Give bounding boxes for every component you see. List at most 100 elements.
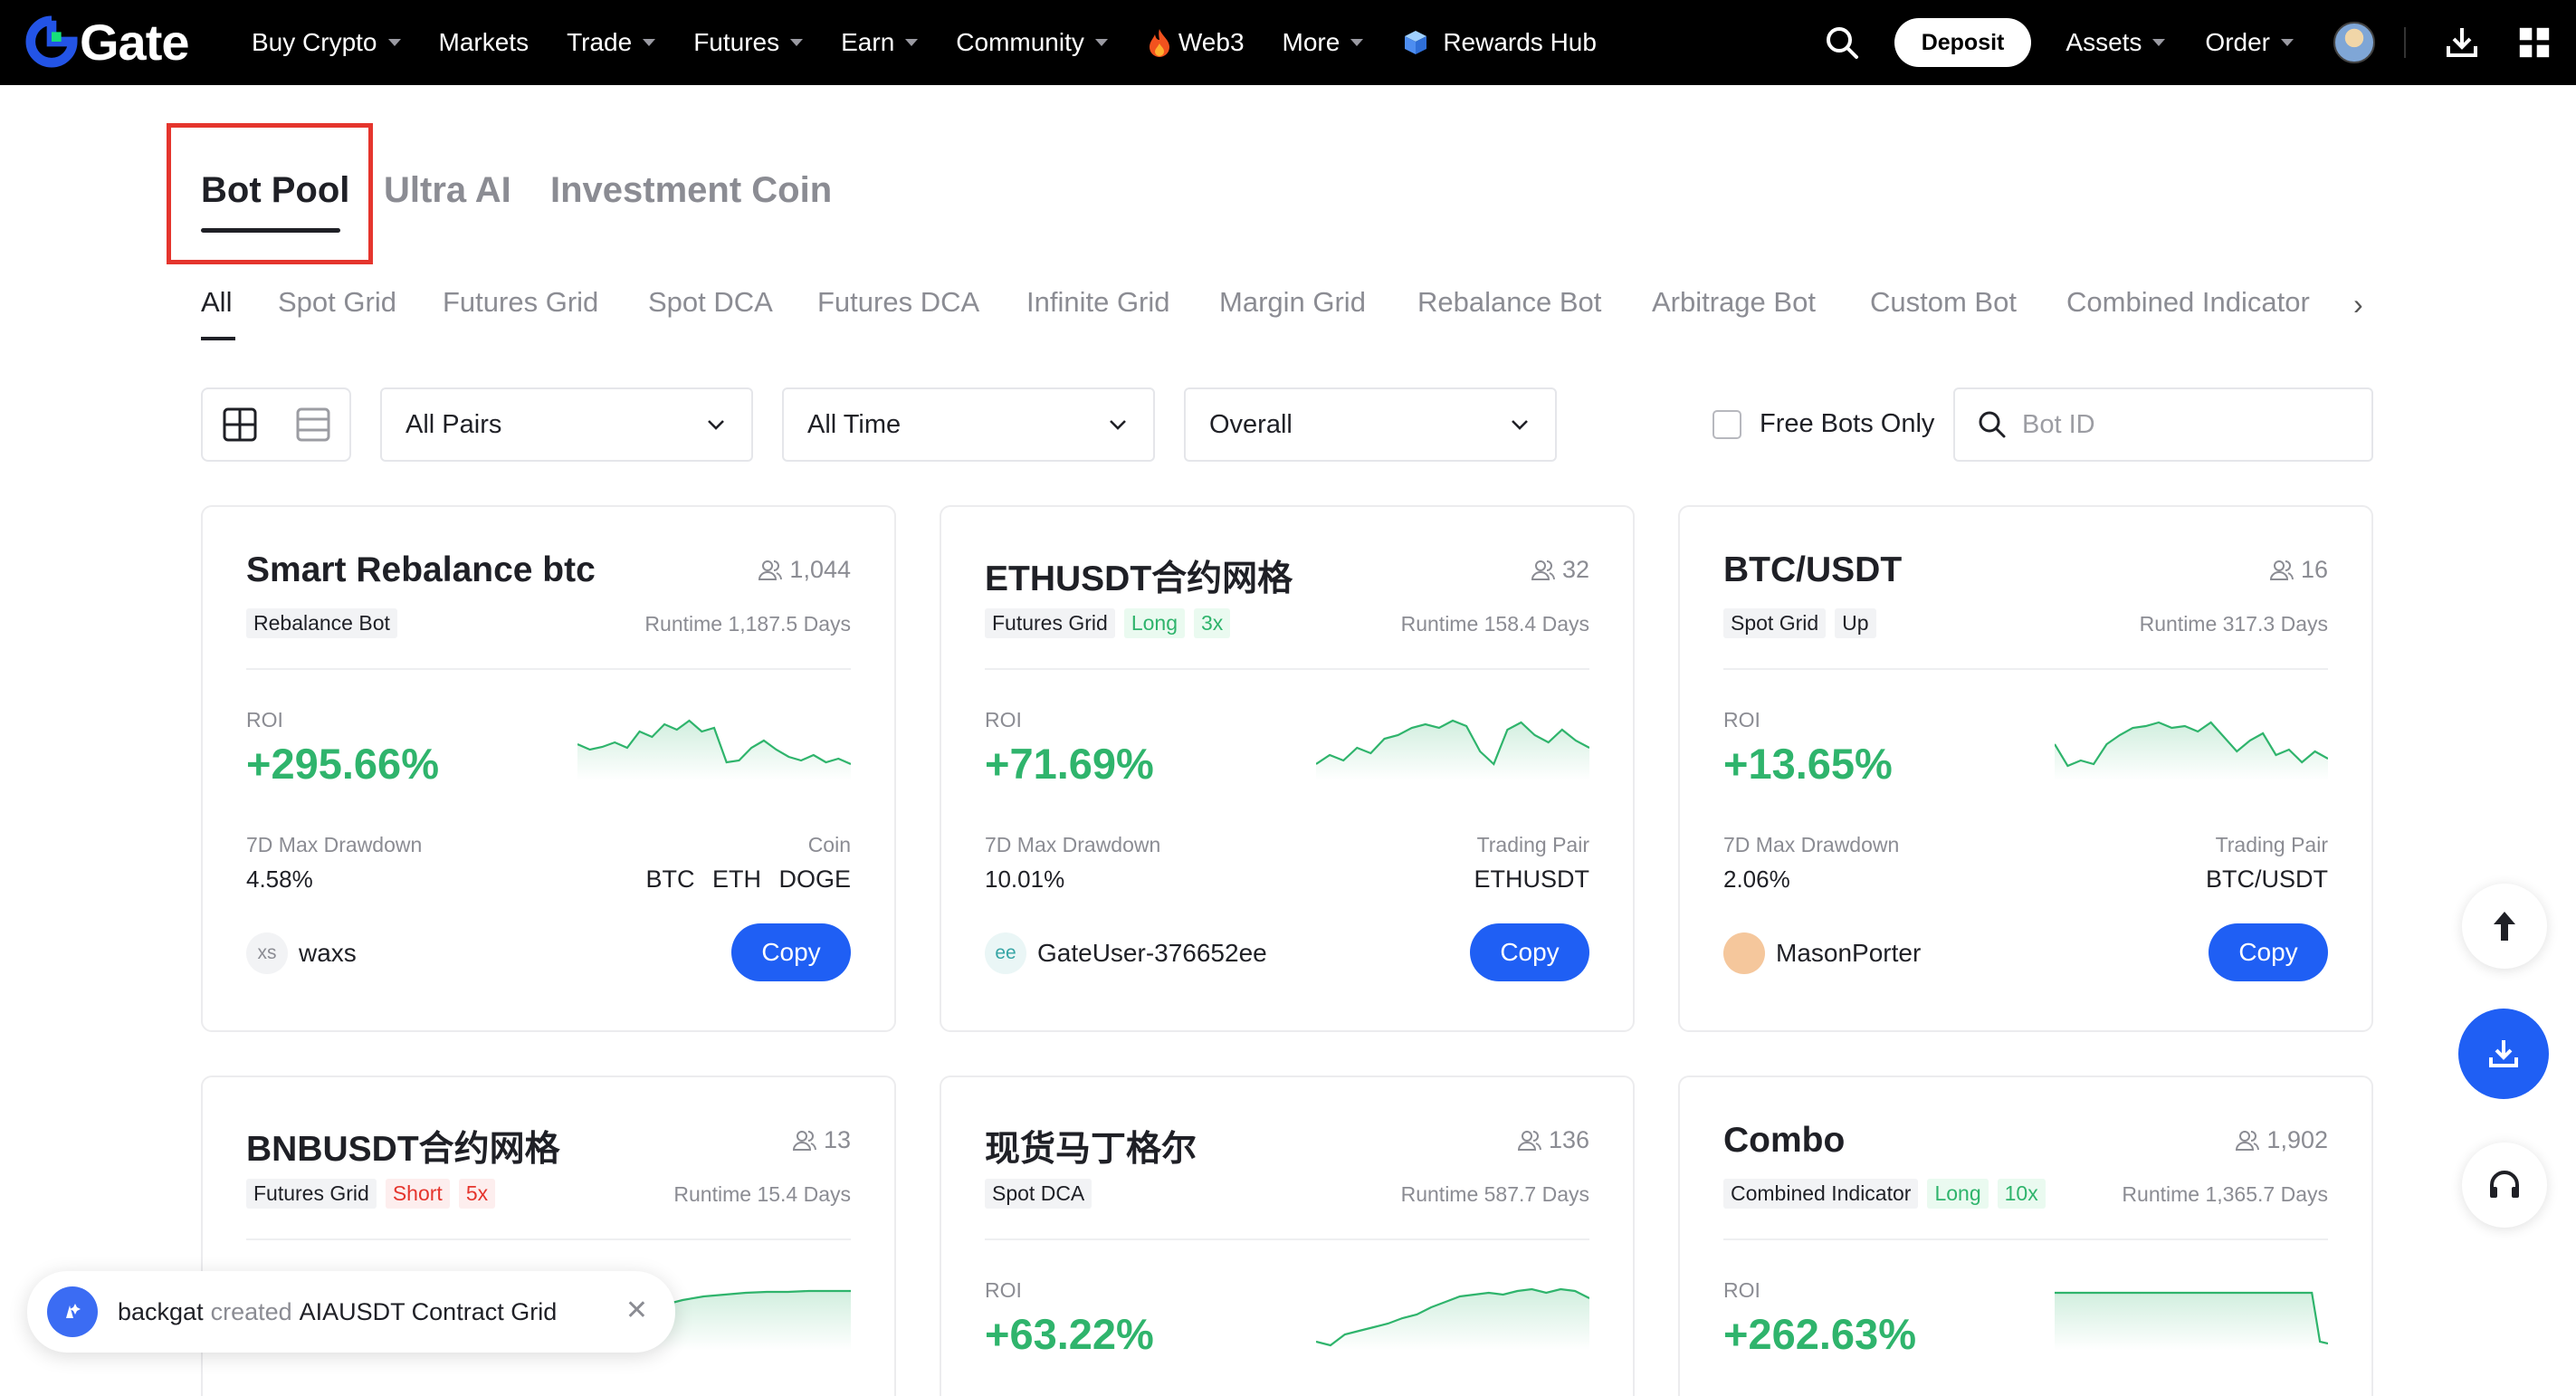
pairs-dropdown[interactable]: All Pairs (380, 387, 753, 462)
card-divider (1723, 668, 2328, 670)
roi-sparkline (577, 719, 851, 780)
subtab-combined-indicator[interactable]: Combined Indicator (2066, 286, 2323, 319)
bot-tag: Up (1835, 608, 1876, 638)
creator-avatar: xs (246, 932, 288, 974)
subtab-futures-grid[interactable]: Futures Grid (443, 286, 598, 319)
bot-tag: Spot Grid (1723, 608, 1827, 638)
gate-logo[interactable]: Gate (25, 13, 189, 71)
nav-community[interactable]: Community (956, 28, 1108, 57)
nav-menu: Buy Crypto Markets Trade Futures Earn Co… (252, 0, 1635, 85)
nav-right: Deposit Assets Order (1824, 0, 2576, 85)
bot-tags: Rebalance Bot (246, 608, 406, 638)
subtab-all-underline (201, 337, 235, 340)
copy-button[interactable]: Copy (2209, 923, 2328, 981)
list-view-icon[interactable] (295, 406, 331, 443)
logo-text: Gate (80, 13, 189, 71)
creator-name: GateUser-376652ee (1037, 939, 1267, 967)
subtab-spot-grid[interactable]: Spot Grid (278, 286, 396, 319)
bot-tag: 10x (1997, 1179, 2046, 1209)
creator-name: waxs (299, 939, 357, 967)
nav-buy-crypto[interactable]: Buy Crypto (252, 28, 401, 57)
nav-futures[interactable]: Futures (693, 28, 804, 57)
bot-card[interactable]: Combo 1,902 Combined Indicator Long 10x Runti… (1678, 1076, 2373, 1396)
download-icon[interactable] (2444, 24, 2480, 61)
tab-bot-pool-underline (201, 228, 340, 233)
tab-bot-pool[interactable]: Bot Pool (201, 170, 349, 211)
subtab-custom-bot[interactable]: Custom Bot (1870, 286, 2017, 319)
download-app-button[interactable] (2458, 1009, 2549, 1099)
nav-trade[interactable]: Trade (567, 28, 656, 57)
tab-ultra-ai[interactable]: Ultra AI (384, 170, 511, 211)
roi-value: +295.66% (246, 740, 439, 788)
chevron-down-icon (905, 39, 919, 46)
nav-more[interactable]: More (1283, 28, 1364, 57)
subtab-spot-dca[interactable]: Spot DCA (648, 286, 773, 319)
bot-creator[interactable]: MasonPorter (1723, 932, 1921, 974)
bot-card[interactable]: 现货马丁格尔 136 Spot DCA Runtime 587.7 Days ROI +6… (940, 1076, 1635, 1396)
subtab-all[interactable]: All (201, 286, 232, 319)
time-dropdown[interactable]: All Time (782, 387, 1155, 462)
runtime-text: Runtime 587.7 Days (1400, 1182, 1589, 1206)
subtab-infinite-grid[interactable]: Infinite Grid (1026, 286, 1170, 319)
subtab-futures-dca[interactable]: Futures DCA (817, 286, 979, 319)
follower-number: 1,902 (2266, 1126, 2328, 1153)
tab-investment-coin[interactable]: Investment Coin (550, 170, 832, 211)
pair-label: Trading Pair (1476, 833, 1589, 856)
grid-view-icon[interactable] (222, 406, 258, 443)
nav-web3[interactable]: Web3 (1146, 27, 1245, 58)
pair-label: Coin (807, 833, 851, 856)
roi-sparkline (1316, 1287, 1589, 1351)
follower-number: 136 (1548, 1126, 1589, 1153)
free-bots-checkbox[interactable] (1713, 409, 1741, 439)
close-icon[interactable]: ✕ (625, 1295, 648, 1326)
user-avatar[interactable] (2333, 22, 2375, 63)
drawdown-label: 7D Max Drawdown (1723, 833, 1900, 856)
support-button[interactable] (2462, 1143, 2547, 1228)
search-icon[interactable] (1824, 24, 1860, 61)
users-icon (792, 1130, 816, 1151)
sort-dropdown[interactable]: Overall (1184, 387, 1557, 462)
chevron-right-icon[interactable]: › (2353, 288, 2363, 321)
free-bots-only-toggle[interactable]: Free Bots Only (1713, 409, 1934, 439)
bot-creator[interactable]: ee GateUser-376652ee (985, 932, 1267, 974)
nav-rewards-hub[interactable]: Rewards Hub (1401, 28, 1597, 57)
copy-button[interactable]: Copy (731, 923, 851, 981)
bot-tag: Futures Grid (985, 608, 1115, 638)
subtab-arbitrage-bot[interactable]: Arbitrage Bot (1652, 286, 1816, 319)
chevron-down-icon (2152, 39, 2166, 46)
bot-tag: Futures Grid (246, 1179, 377, 1209)
chevron-down-icon (1094, 39, 1108, 46)
bot-card[interactable]: BTC/USDT 16 Spot Grid Up Runtime 317.3 Days R… (1678, 505, 2373, 1032)
toast-message: AIAUSDT Contract Grid (299, 1297, 558, 1325)
bot-title: ETHUSDT合约网格 (985, 559, 1293, 598)
bot-card[interactable]: Smart Rebalance btc 1,044 Rebalance Bot Run… (201, 505, 896, 1032)
arrow-up-icon (2494, 912, 2515, 941)
bot-id-input[interactable] (2022, 409, 2348, 440)
bot-creator[interactable]: xs waxs (246, 932, 357, 974)
roi-label: ROI (985, 1278, 1022, 1302)
apps-grid-icon[interactable] (2518, 26, 2551, 59)
deposit-button[interactable]: Deposit (1894, 18, 2032, 67)
bot-title: BTC/USDT (1723, 550, 1903, 589)
bot-tag: Spot DCA (985, 1179, 1092, 1209)
nav-order[interactable]: Order (2205, 28, 2294, 57)
nav-earn[interactable]: Earn (841, 28, 919, 57)
sparkline-area (1316, 721, 1589, 780)
toast-user: backgat (118, 1297, 204, 1325)
follower-count: 1,902 (2234, 1126, 2328, 1154)
roi-value: +71.69% (985, 740, 1154, 788)
nav-markets[interactable]: Markets (439, 28, 530, 57)
follower-count: 136 (1516, 1126, 1589, 1154)
roi-value: +63.22% (985, 1310, 1154, 1358)
chevron-down-icon (1512, 420, 1528, 430)
back-to-top-button[interactable] (2462, 884, 2547, 969)
bot-card[interactable]: ETHUSDT合约网格 32 Futures Grid Long 3x Runtime 1… (940, 505, 1635, 1032)
nav-assets[interactable]: Assets (2066, 28, 2166, 57)
subtab-margin-grid[interactable]: Margin Grid (1219, 286, 1366, 319)
users-icon (1517, 1130, 1541, 1151)
roi-value: +262.63% (1723, 1310, 1916, 1358)
creator-name: MasonPorter (1776, 939, 1922, 967)
chevron-down-icon (1350, 39, 1364, 46)
subtab-rebalance-bot[interactable]: Rebalance Bot (1417, 286, 1601, 319)
copy-button[interactable]: Copy (1470, 923, 1589, 981)
